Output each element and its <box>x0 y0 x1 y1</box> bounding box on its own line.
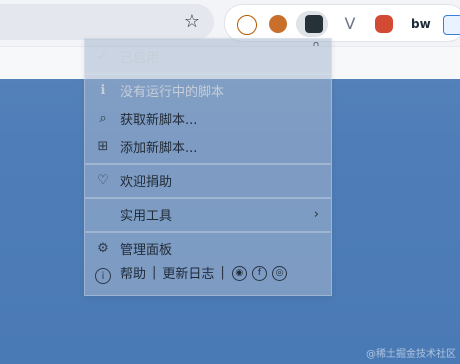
help-link[interactable]: 帮助 <box>120 263 146 282</box>
user-icon: ℹ <box>100 82 106 98</box>
extension-v-icon[interactable]: V <box>341 15 359 33</box>
heart-icon: ♡ <box>97 172 109 188</box>
social-icons: ◉ f ◎ <box>231 264 288 281</box>
extension-tampermonkey-icon[interactable] <box>305 15 323 33</box>
menu-item-donate[interactable]: ♡ 欢迎捐助 <box>85 167 331 193</box>
menu-item-label: 已启用 <box>120 50 160 66</box>
menu-item-get-new-scripts[interactable]: ⌕ 获取新脚本... <box>85 105 331 131</box>
menu-item-utilities[interactable]: 实用工具 › <box>85 201 331 227</box>
facebook-icon[interactable]: f <box>251 266 267 281</box>
menu-separator <box>85 163 331 165</box>
bookmark-star-icon[interactable]: ☆ <box>182 12 202 32</box>
search-icon: ⌕ <box>99 110 107 126</box>
separator-text: | <box>152 265 157 280</box>
tampermonkey-menu: ✓ 已启用 ℹ 没有运行中的脚本 ⌕ 获取新脚本... ⊞ 添加新脚本... ♡… <box>84 38 332 296</box>
help-links: 帮助 | 更新日志 | ◉ f ◎ <box>120 263 288 282</box>
extensions-bar: V bw <box>224 4 460 42</box>
menu-item-label: 没有运行中的脚本 <box>120 84 225 100</box>
plus-box-icon: ⊞ <box>97 138 109 154</box>
menu-separator <box>85 197 331 199</box>
menu-item-enabled[interactable]: ✓ 已启用 <box>85 43 331 69</box>
menu-item-label: 管理面板 <box>120 242 173 258</box>
info-icon: i <box>95 268 111 284</box>
menu-item-label: 获取新脚本... <box>120 112 198 128</box>
menu-separator <box>85 231 331 233</box>
extension-bw-icon[interactable]: bw <box>411 15 431 33</box>
check-icon: ✓ <box>97 48 109 64</box>
extension-tampermonkey-like-icon[interactable] <box>237 15 257 35</box>
chevron-right-icon: › <box>313 206 319 222</box>
github-icon[interactable]: ◉ <box>231 266 247 281</box>
watermark: @稀土掘金技术社区 <box>366 349 456 360</box>
menu-item-dashboard[interactable]: ⚙ 管理面板 <box>85 235 331 261</box>
menu-item-label: 实用工具 <box>120 208 173 224</box>
menu-item-label: 欢迎捐助 <box>120 174 173 190</box>
menu-separator <box>85 73 331 75</box>
extension-avatar-icon[interactable] <box>269 15 287 33</box>
separator-text: | <box>220 265 225 280</box>
menu-item-label: 添加新脚本... <box>120 140 198 156</box>
menu-item-add-new-script[interactable]: ⊞ 添加新脚本... <box>85 133 331 159</box>
changelog-link[interactable]: 更新日志 <box>162 263 214 282</box>
extension-shield-icon[interactable] <box>375 15 393 33</box>
menu-item-no-running-scripts: ℹ 没有运行中的脚本 <box>85 77 331 103</box>
gear-icon: ⚙ <box>97 240 109 256</box>
extension-box-icon[interactable] <box>443 15 460 35</box>
menu-item-help-row: i 帮助 | 更新日志 | ◉ f ◎ <box>85 263 331 289</box>
instagram-icon[interactable]: ◎ <box>272 266 288 281</box>
